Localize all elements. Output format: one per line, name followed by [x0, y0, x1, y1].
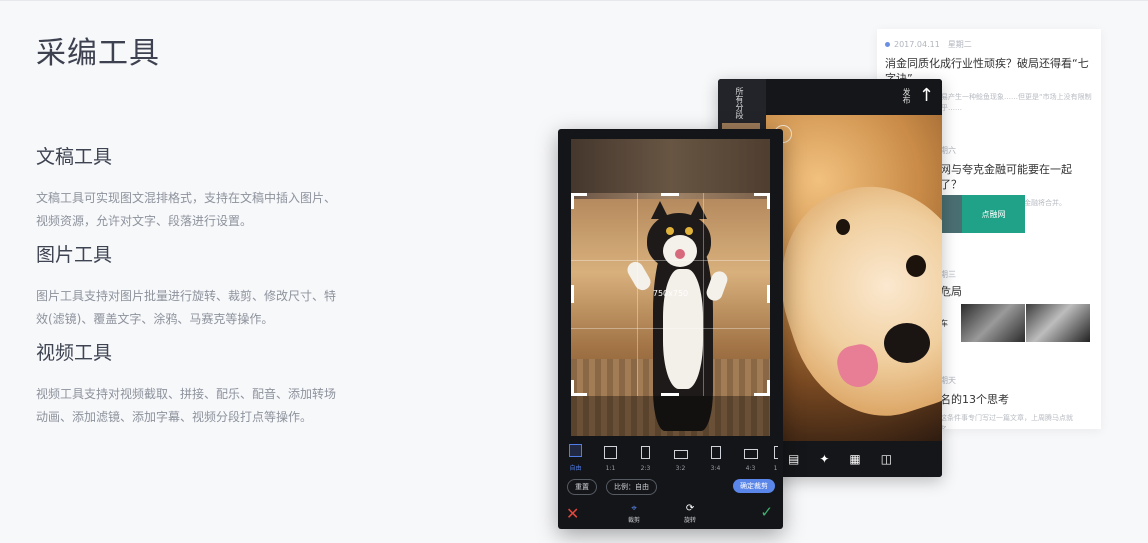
- news-thumbnail: [961, 304, 1025, 342]
- ratio-shape-icon: [569, 444, 582, 457]
- news-thumbnail: 车: [940, 304, 960, 342]
- ratio-option-2-3[interactable]: 2:3: [628, 437, 663, 475]
- crop-dimension-label: 750x750: [652, 289, 689, 298]
- bullet-dot-icon: [885, 42, 890, 47]
- editor-toolbar: ▤ ✦ ▦ ◫: [766, 441, 942, 477]
- date-text: 2017.04.11: [894, 40, 940, 49]
- feature-video-tool: 视频工具 视频工具支持对视频截取、拼接、配乐、配音、添加转场动画、添加滤镜、添加…: [36, 338, 346, 429]
- ratio-option-4-3[interactable]: 4:3: [733, 437, 768, 475]
- crop-edge-handle[interactable]: [661, 193, 679, 196]
- crop-handle[interactable]: [754, 193, 770, 209]
- crop-tool-button[interactable]: ⌖ 裁剪: [628, 503, 640, 524]
- layout-icon[interactable]: ▦: [849, 452, 860, 466]
- rotate-label: 旋转: [684, 517, 697, 524]
- ratio-shape-icon: [641, 446, 650, 459]
- split-icon[interactable]: ▤: [788, 452, 799, 466]
- ratio-label: 4:3: [745, 465, 756, 472]
- feature-image-tool: 图片工具 图片工具支持对图片批量进行旋转、裁剪、修改尺寸、特效(滤镜)、覆盖文字…: [36, 240, 346, 331]
- ratio-option-3-4[interactable]: 3:4: [698, 437, 733, 475]
- sidebar-label: 所有分段: [735, 87, 744, 119]
- editor-topbar: 发布 ↑: [766, 79, 942, 115]
- close-icon[interactable]: ✕: [566, 504, 579, 523]
- dog-face: [766, 161, 942, 439]
- news-thumbnail: [1026, 304, 1090, 342]
- ratio-shape-icon: [604, 446, 617, 459]
- crop-mask-top: [571, 139, 770, 193]
- feature-description: 视频工具支持对视频截取、拼接、配乐、配音、添加转场动画、添加滤镜、添加字幕、视频…: [36, 387, 337, 424]
- feature-description: 图片工具支持对图片批量进行旋转、裁剪、修改尺寸、特效(滤镜)、覆盖文字、涂鸦、马…: [36, 289, 337, 326]
- crop-handle[interactable]: [754, 380, 770, 396]
- crop-handle[interactable]: [571, 380, 587, 396]
- ratio-shape-icon: [673, 450, 688, 459]
- crop-edge-handle[interactable]: [661, 393, 679, 396]
- ratio-option-more[interactable]: 1: [768, 437, 783, 475]
- ratio-label: 1: [773, 465, 778, 472]
- ratio-option-1-1[interactable]: 1:1: [593, 437, 628, 475]
- feature-document-tool: 文稿工具 文稿工具可实现图文混排格式，支持在文稿中插入图片、视频资源，允许对文字…: [36, 142, 346, 233]
- ratio-selector: 自由 1:1 2:3 3:2 3:4 4:3 1: [558, 437, 783, 475]
- crop-label: 裁剪: [628, 517, 641, 524]
- publish-button[interactable]: 发布: [901, 88, 912, 104]
- feature-title: 文稿工具: [36, 146, 113, 168]
- weekday-text: 星期二: [947, 40, 972, 49]
- confirm-crop-button[interactable]: 确定裁剪: [733, 479, 775, 493]
- dog-nose: [884, 323, 930, 363]
- ratio-shape-icon: [773, 446, 778, 459]
- ratio-option-free[interactable]: 自由: [558, 437, 593, 475]
- ratio-shape-icon: [743, 449, 758, 459]
- news-thumbnail: [940, 195, 962, 233]
- crop-editor-phone: 750x750 自由 1:1 2:3 3:2 3:4 4:3 1 重置 比例：自…: [558, 129, 783, 529]
- ratio-label: 2:3: [640, 465, 651, 472]
- crop-controls: 重置 比例：自由 确定裁剪: [558, 477, 783, 497]
- magic-icon[interactable]: ✦: [819, 452, 829, 466]
- up-arrow-icon[interactable]: ↑: [919, 85, 934, 106]
- top-border: [0, 0, 1148, 1]
- rotate-icon: ⟳: [685, 503, 695, 514]
- cat-photo: 750x750: [571, 139, 770, 436]
- page-title: 采编工具: [36, 36, 160, 71]
- dog-eye: [906, 255, 926, 277]
- news-thumbnail-logo: 点融网: [962, 195, 1025, 233]
- panel-icon[interactable]: ◫: [881, 452, 892, 466]
- bottom-toolbar: ✕ ⌖ 裁剪 ⟳ 旋转 ✓: [558, 501, 783, 529]
- crop-icon: ⌖: [631, 503, 637, 514]
- logo-text: 点融网: [981, 209, 1006, 219]
- ratio-dropdown[interactable]: 比例：自由: [606, 479, 657, 495]
- dog-eye: [836, 219, 850, 235]
- dog-photo: [766, 115, 942, 441]
- news-date: 2017.04.11 星期二: [885, 39, 1093, 50]
- ratio-label: 3:4: [710, 465, 721, 472]
- check-icon[interactable]: ✓: [760, 503, 773, 521]
- ratio-label: 3:2: [675, 465, 686, 472]
- crop-mask-bottom: [571, 396, 770, 436]
- reset-button[interactable]: 重置: [567, 479, 597, 495]
- rotate-tool-button[interactable]: ⟳ 旋转: [684, 503, 696, 524]
- ratio-label: 自由: [569, 465, 582, 472]
- ratio-label: 1:1: [605, 465, 616, 472]
- feature-description: 文稿工具可实现图文混排格式，支持在文稿中插入图片、视频资源，允许对文字、段落进行…: [36, 191, 337, 228]
- feature-title: 视频工具: [36, 342, 113, 364]
- ratio-option-3-2[interactable]: 3:2: [663, 437, 698, 475]
- feature-title: 图片工具: [36, 244, 113, 266]
- crop-handle[interactable]: [571, 193, 587, 209]
- ratio-shape-icon: [710, 446, 721, 459]
